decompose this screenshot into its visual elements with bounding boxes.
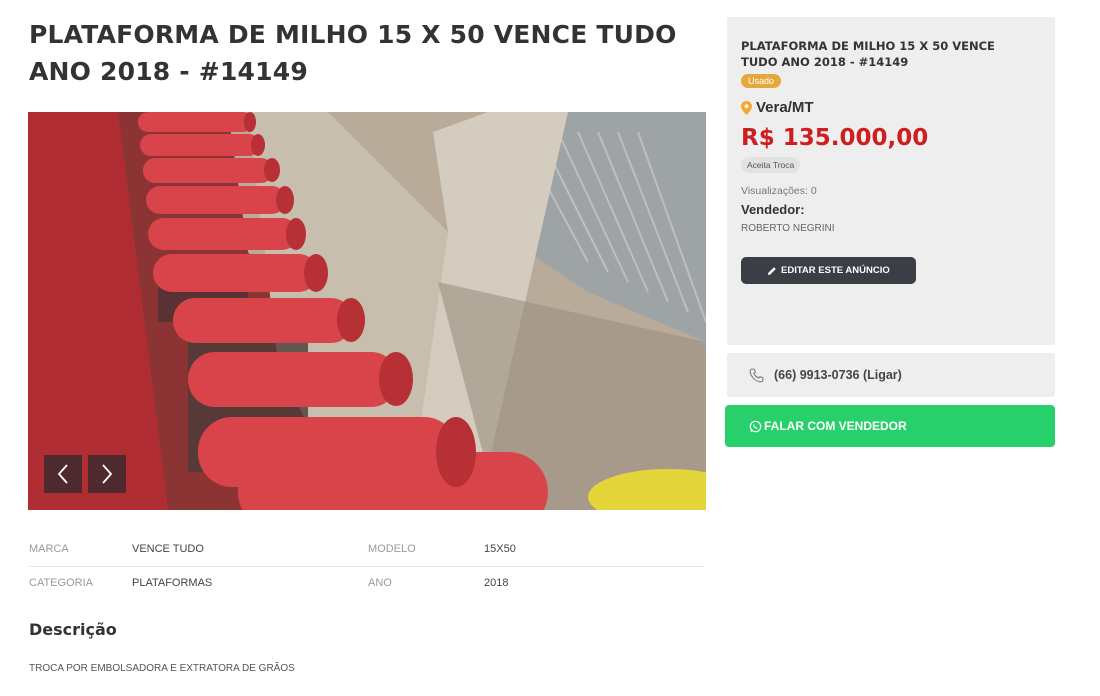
- page-title: PLATAFORMA DE MILHO 15 X 50 VENCE TUDO A…: [29, 20, 677, 86]
- location-text: Vera/MT: [756, 99, 814, 116]
- photo-gallery[interactable]: [28, 112, 706, 510]
- map-pin-icon: [741, 100, 752, 115]
- phone-icon: [749, 368, 764, 382]
- spec-value: VENCE TUDO: [132, 533, 368, 567]
- seller-label: Vendedor:: [741, 202, 805, 217]
- specs-table: MARCA VENCE TUDO MODELO 15X50 CATEGORIA …: [29, 533, 705, 599]
- gallery-next-button[interactable]: [88, 455, 126, 493]
- table-row: CATEGORIA PLATAFORMAS ANO 2018: [29, 566, 705, 599]
- seller-name: ROBERTO NEGRINI: [741, 223, 835, 234]
- phone-number: (66) 9913-0736 (Ligar): [774, 368, 902, 382]
- spec-key: MARCA: [29, 533, 132, 567]
- pencil-icon: [768, 266, 776, 275]
- condition-badge: Usado: [741, 74, 782, 88]
- spec-key: CATEGORIA: [29, 576, 93, 589]
- summary-title: PLATAFORMA DE MILHO 15 X 50 VENCE TUDO A…: [741, 39, 995, 69]
- edit-listing-button[interactable]: EDITAR ESTE ANÚNCIO: [741, 257, 916, 284]
- edit-listing-label: EDITAR ESTE ANÚNCIO: [781, 265, 890, 276]
- contact-seller-label: FALAR COM VENDEDOR: [764, 419, 907, 433]
- spec-value: 2018: [484, 576, 509, 589]
- table-row: MARCA VENCE TUDO MODELO 15X50: [29, 533, 705, 567]
- gallery-prev-button[interactable]: [44, 455, 82, 493]
- chevron-right-icon: [102, 464, 113, 484]
- trade-badge: Aceita Troca: [741, 157, 801, 173]
- chevron-left-icon: [57, 464, 68, 484]
- location: Vera/MT: [741, 99, 1041, 116]
- contact-seller-whatsapp-button[interactable]: FALAR COM VENDEDOR: [725, 405, 1055, 447]
- listing-summary-panel: PLATAFORMA DE MILHO 15 X 50 VENCE TUDO A…: [727, 17, 1055, 345]
- price: R$ 135.000,00: [741, 125, 929, 151]
- description-heading: Descrição: [29, 620, 117, 639]
- spec-value: 15X50: [484, 533, 705, 567]
- spec-key: MODELO: [368, 533, 484, 567]
- views-count: Visualizações: 0: [741, 185, 817, 197]
- spec-key: ANO: [368, 576, 392, 589]
- machine-photo: [28, 112, 706, 510]
- spec-value: PLATAFORMAS: [132, 576, 213, 589]
- phone-call-button[interactable]: (66) 9913-0736 (Ligar): [727, 353, 1055, 397]
- description-text: TROCA POR EMBOLSADORA E EXTRATORA DE GRÃ…: [29, 663, 295, 674]
- whatsapp-icon: [749, 420, 762, 432]
